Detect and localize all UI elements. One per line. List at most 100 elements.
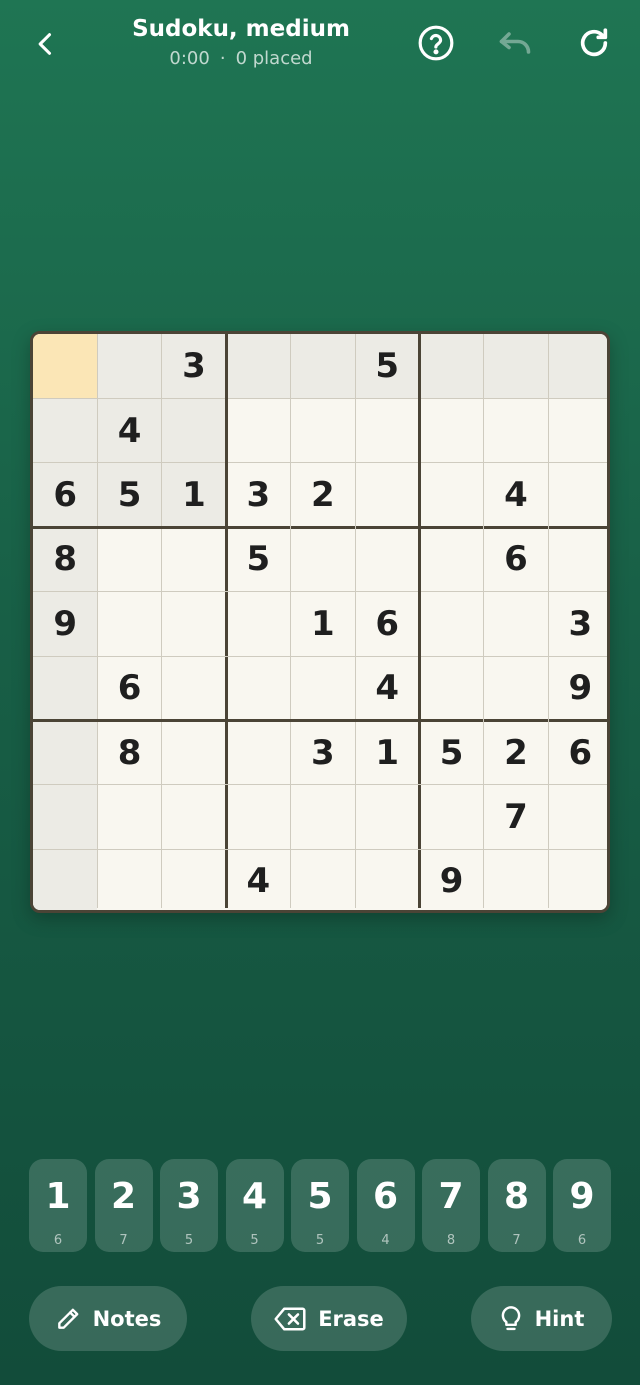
sudoku-cell[interactable] [226, 656, 291, 721]
sudoku-cell[interactable] [33, 849, 98, 910]
sudoku-cell[interactable] [161, 720, 227, 785]
number-key-4[interactable]: 45 [225, 1159, 284, 1252]
cell-divider [33, 462, 607, 464]
sudoku-cell[interactable] [419, 656, 484, 721]
sudoku-cell[interactable]: 3 [290, 720, 355, 785]
sudoku-cell[interactable] [548, 849, 607, 910]
notes-button[interactable]: Notes [29, 1286, 187, 1351]
sudoku-cell[interactable] [226, 334, 291, 399]
sudoku-cell[interactable] [33, 398, 98, 463]
sudoku-cell[interactable] [226, 591, 291, 656]
sudoku-cell[interactable] [290, 784, 355, 850]
sudoku-cell[interactable]: 6 [548, 720, 607, 785]
sudoku-cell[interactable] [483, 591, 549, 656]
sudoku-cell[interactable] [483, 334, 549, 399]
sudoku-cell[interactable]: 3 [548, 591, 607, 656]
sudoku-cell[interactable] [33, 334, 98, 399]
number-key-1[interactable]: 16 [29, 1159, 87, 1252]
sudoku-cell[interactable] [226, 784, 291, 850]
sudoku-cell[interactable] [161, 591, 227, 656]
sudoku-cell[interactable] [419, 334, 484, 399]
sudoku-cell[interactable]: 5 [226, 527, 291, 592]
sudoku-cell[interactable] [290, 398, 355, 463]
sudoku-cell[interactable] [355, 527, 420, 592]
sudoku-cell[interactable] [548, 527, 607, 592]
sudoku-cell[interactable] [483, 398, 549, 463]
restart-button[interactable] [571, 20, 617, 66]
help-button[interactable] [413, 20, 459, 66]
sudoku-cell[interactable] [97, 849, 162, 910]
sudoku-cell[interactable] [419, 398, 484, 463]
sudoku-cell[interactable] [548, 334, 607, 399]
sudoku-cell[interactable]: 6 [483, 527, 549, 592]
number-key-8[interactable]: 87 [487, 1159, 546, 1252]
number-key-2[interactable]: 27 [94, 1159, 153, 1252]
sudoku-cell[interactable] [355, 462, 420, 528]
sudoku-cell[interactable] [419, 784, 484, 850]
sudoku-cell[interactable]: 5 [355, 334, 420, 399]
sudoku-cell[interactable] [290, 334, 355, 399]
erase-button[interactable]: Erase [251, 1286, 407, 1351]
sudoku-cell[interactable] [226, 720, 291, 785]
sudoku-cell[interactable]: 6 [355, 591, 420, 656]
sudoku-cell[interactable]: 6 [97, 656, 162, 721]
sudoku-cell[interactable]: 8 [33, 527, 98, 592]
number-key-5[interactable]: 55 [291, 1159, 349, 1252]
sudoku-cell[interactable] [161, 849, 227, 910]
sudoku-cell[interactable] [355, 398, 420, 463]
sudoku-cell[interactable]: 1 [290, 591, 355, 656]
cell-divider [290, 334, 292, 908]
sudoku-cell[interactable]: 5 [419, 720, 484, 785]
sudoku-cell[interactable] [419, 591, 484, 656]
sudoku-cell[interactable] [419, 527, 484, 592]
sudoku-cell[interactable]: 4 [97, 398, 162, 463]
sudoku-cell[interactable]: 2 [290, 462, 355, 528]
undo-button[interactable] [492, 20, 538, 66]
sudoku-cell[interactable] [33, 784, 98, 850]
sudoku-cell[interactable] [483, 656, 549, 721]
game-status: 0:00 · 0 placed [120, 44, 362, 74]
sudoku-cell[interactable]: 9 [548, 656, 607, 721]
sudoku-cell[interactable] [483, 849, 549, 910]
hint-button[interactable]: Hint [471, 1286, 612, 1351]
sudoku-cell[interactable] [419, 462, 484, 528]
sudoku-cell[interactable]: 4 [226, 849, 291, 910]
sudoku-cell[interactable]: 7 [483, 784, 549, 850]
number-key-9[interactable]: 96 [553, 1159, 611, 1252]
sudoku-cell[interactable]: 6 [33, 462, 98, 528]
sudoku-cell[interactable] [97, 784, 162, 850]
sudoku-cell[interactable]: 1 [161, 462, 227, 528]
sudoku-cell[interactable]: 4 [483, 462, 549, 528]
sudoku-cell[interactable] [226, 398, 291, 463]
sudoku-cell[interactable] [290, 656, 355, 721]
sudoku-cell[interactable]: 9 [419, 849, 484, 910]
sudoku-cell[interactable] [355, 784, 420, 850]
sudoku-cell[interactable] [161, 527, 227, 592]
sudoku-cell[interactable] [548, 462, 607, 528]
sudoku-cell[interactable] [97, 527, 162, 592]
sudoku-cell[interactable]: 4 [355, 656, 420, 721]
sudoku-cell[interactable]: 8 [97, 720, 162, 785]
sudoku-cell[interactable]: 5 [97, 462, 162, 528]
sudoku-cell[interactable] [33, 656, 98, 721]
sudoku-cell[interactable] [97, 334, 162, 399]
sudoku-cell[interactable] [548, 398, 607, 463]
sudoku-cell[interactable]: 3 [226, 462, 291, 528]
sudoku-cell[interactable] [161, 398, 227, 463]
number-key-6[interactable]: 64 [356, 1159, 415, 1252]
sudoku-cell[interactable] [33, 720, 98, 785]
number-key-3[interactable]: 35 [160, 1159, 218, 1252]
sudoku-cell[interactable]: 1 [355, 720, 420, 785]
sudoku-cell[interactable] [161, 656, 227, 721]
back-button[interactable] [22, 20, 70, 68]
sudoku-cell[interactable]: 9 [33, 591, 98, 656]
number-key-7[interactable]: 78 [422, 1159, 480, 1252]
sudoku-cell[interactable] [355, 849, 420, 910]
sudoku-cell[interactable] [97, 591, 162, 656]
sudoku-cell[interactable]: 2 [483, 720, 549, 785]
sudoku-cell[interactable] [290, 527, 355, 592]
sudoku-cell[interactable] [548, 784, 607, 850]
sudoku-cell[interactable]: 3 [161, 334, 227, 399]
sudoku-cell[interactable] [290, 849, 355, 910]
sudoku-cell[interactable] [161, 784, 227, 850]
